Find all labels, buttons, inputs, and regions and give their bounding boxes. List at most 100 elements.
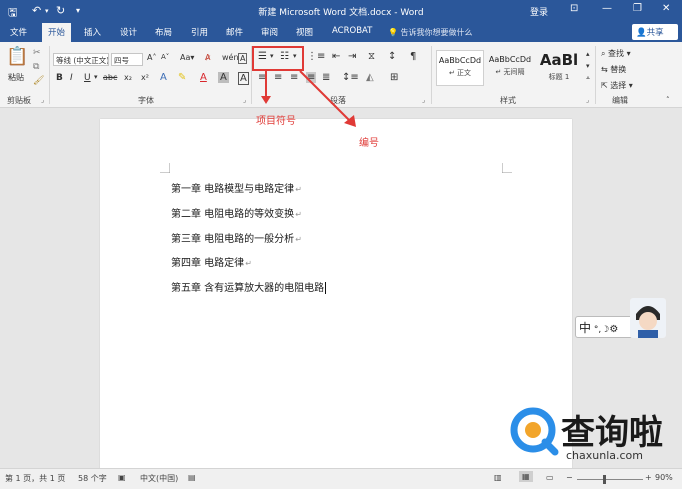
close-icon[interactable]: ✕ bbox=[662, 3, 670, 14]
multilevel-list-icon[interactable]: ⋮≡ bbox=[307, 51, 325, 62]
align-center-icon[interactable]: ≡ bbox=[274, 72, 282, 83]
style-normal[interactable]: AaBbCcDd ↵ 正文 bbox=[436, 50, 484, 86]
tab-review[interactable]: 审阅 bbox=[261, 26, 278, 38]
font-launcher-icon[interactable]: ⌟ bbox=[243, 96, 246, 104]
decrease-indent-icon[interactable]: ⇤ bbox=[332, 51, 340, 62]
tab-insert[interactable]: 插入 bbox=[84, 26, 101, 38]
grow-font-icon[interactable]: A˄ bbox=[147, 53, 156, 62]
tab-mailings[interactable]: 邮件 bbox=[226, 26, 243, 38]
macro-icon[interactable]: ▤ bbox=[188, 473, 196, 482]
zoom-out-icon[interactable]: − bbox=[566, 473, 573, 482]
font-group-label: 字体 bbox=[138, 96, 154, 105]
shrink-font-icon[interactable]: A˅ bbox=[161, 53, 169, 61]
align-right-icon[interactable]: ≡ bbox=[290, 72, 298, 83]
replace-button[interactable]: ⇆ 替换 bbox=[601, 64, 626, 75]
styles-launcher-icon[interactable]: ⌟ bbox=[586, 96, 589, 104]
style-no-spacing[interactable]: AaBbCcDd ↵ 无间隔 bbox=[486, 50, 534, 86]
print-layout-icon[interactable]: ▦ bbox=[519, 471, 533, 482]
tab-view[interactable]: 视图 bbox=[296, 26, 313, 38]
collapse-ribbon-icon[interactable]: ˄ bbox=[666, 96, 670, 104]
highlight-color-icon[interactable]: ✎ bbox=[178, 72, 186, 83]
proofing-icon[interactable]: ▣ bbox=[118, 473, 126, 482]
web-layout-icon[interactable]: ▭ bbox=[546, 473, 554, 482]
tell-me-box[interactable]: 💡 告诉我你想要做什么 bbox=[388, 27, 473, 38]
justify-icon[interactable]: ≡ bbox=[306, 72, 317, 83]
subscript-icon[interactable]: x₂ bbox=[124, 73, 132, 82]
tab-layout[interactable]: 布局 bbox=[155, 26, 172, 38]
numbering-annotation: 编号 bbox=[359, 138, 379, 149]
language-status[interactable]: 中文(中国) bbox=[140, 473, 178, 484]
shading-icon[interactable]: ◭ bbox=[366, 72, 374, 83]
character-shading-icon[interactable]: A bbox=[218, 72, 229, 83]
styles-scroll-down-icon[interactable]: ▾ bbox=[586, 62, 590, 70]
replace-label: 替换 bbox=[610, 65, 627, 74]
tab-acrobat[interactable]: ACROBAT bbox=[332, 26, 372, 36]
show-marks-icon[interactable]: ¶ bbox=[410, 51, 416, 62]
login-link[interactable]: 登录 bbox=[530, 5, 548, 18]
doc-line[interactable]: 第二章 电阻电路的等效变换↵ bbox=[171, 205, 302, 220]
strikethrough-icon[interactable]: abc bbox=[103, 73, 117, 82]
zoom-in-icon[interactable]: + bbox=[645, 473, 652, 482]
italic-icon[interactable]: I bbox=[70, 73, 73, 83]
tab-home[interactable]: 开始 bbox=[42, 23, 72, 42]
paragraph-mark-icon: ↵ bbox=[295, 235, 302, 244]
line-spacing-icon[interactable]: ↕≡ bbox=[342, 72, 359, 83]
underline-dropdown-icon[interactable]: ▾ bbox=[94, 73, 98, 81]
styles-scroll-up-icon[interactable]: ▴ bbox=[586, 50, 590, 58]
settings-gear-icon[interactable]: ⚙ bbox=[609, 324, 618, 335]
phonetic-guide-icon[interactable]: wén bbox=[222, 53, 239, 62]
share-button[interactable]: 👤共享 bbox=[632, 24, 678, 40]
format-painter-icon[interactable]: 🖌 bbox=[33, 76, 44, 86]
borders-icon[interactable]: ⊞ bbox=[390, 72, 398, 83]
read-mode-icon[interactable]: ▥ bbox=[494, 473, 502, 482]
doc-line[interactable]: 第一章 电路模型与电路定律↵ bbox=[171, 180, 302, 195]
font-color-icon[interactable]: A bbox=[200, 72, 207, 83]
sort-icon[interactable]: ↕ bbox=[388, 51, 396, 62]
increase-indent-icon[interactable]: ⇥ bbox=[348, 51, 356, 62]
ime-toolbar[interactable]: 中 °,☽⚙ bbox=[575, 316, 633, 338]
select-button[interactable]: ⇱ 选择 ▾ bbox=[601, 80, 633, 91]
zoom-slider-thumb[interactable] bbox=[603, 475, 606, 484]
style-heading-1[interactable]: AaBl 标题 1 bbox=[535, 50, 583, 86]
find-button[interactable]: ⌕ 查找 ▾ bbox=[601, 48, 631, 59]
margin-mark-top-left bbox=[160, 163, 170, 173]
copy-icon[interactable]: ⧉ bbox=[33, 62, 39, 72]
text-effects-icon[interactable]: A bbox=[160, 72, 167, 83]
paragraph-launcher-icon[interactable]: ⌟ bbox=[422, 96, 425, 104]
doc-line[interactable]: 第三章 电阻电路的一般分析↵ bbox=[171, 230, 302, 245]
clipboard-launcher-icon[interactable]: ⌟ bbox=[41, 96, 44, 104]
font-name-select[interactable]: 等线 (中文正文) bbox=[53, 53, 109, 66]
page-count[interactable]: 第 1 页，共 1 页 bbox=[5, 473, 65, 484]
tab-design[interactable]: 设计 bbox=[120, 26, 137, 38]
enclose-border-icon[interactable]: A bbox=[238, 72, 249, 85]
paste-label[interactable]: 粘贴 bbox=[8, 72, 24, 83]
zoom-level[interactable]: 90% bbox=[655, 473, 673, 482]
paste-icon[interactable]: 📋 bbox=[6, 46, 28, 67]
word-count[interactable]: 58 个字 bbox=[78, 473, 107, 484]
tab-file[interactable]: 文件 bbox=[10, 26, 27, 38]
doc-line[interactable]: 第四章 电路定律↵ bbox=[171, 254, 252, 269]
superscript-icon[interactable]: x² bbox=[141, 73, 149, 82]
change-case-icon[interactable]: Aa▾ bbox=[180, 53, 194, 62]
bold-icon[interactable]: B bbox=[56, 73, 63, 83]
ribbon-display-options-icon[interactable]: ⊡ bbox=[570, 3, 578, 14]
distributed-icon[interactable]: ≣ bbox=[322, 72, 330, 83]
doc-line[interactable]: 第五章 含有运算放大器的电阻电路 bbox=[171, 279, 327, 294]
ime-mode-label[interactable]: 中 bbox=[579, 321, 591, 335]
maximize-icon[interactable]: ❐ bbox=[633, 3, 642, 14]
chinese-layout-icon[interactable]: ⧖ bbox=[368, 51, 375, 62]
align-left-icon[interactable]: ≡ bbox=[258, 72, 266, 83]
styles-group-label: 样式 bbox=[500, 96, 516, 105]
underline-icon[interactable]: U bbox=[84, 73, 91, 83]
punctuation-icon[interactable]: °, bbox=[591, 325, 601, 335]
styles-more-icon[interactable]: ⩡ bbox=[586, 74, 590, 83]
zoom-slider[interactable] bbox=[577, 479, 643, 480]
tab-references[interactable]: 引用 bbox=[191, 26, 208, 38]
group-divider bbox=[431, 46, 432, 104]
paragraph-mark-icon: ↵ bbox=[245, 259, 252, 268]
font-size-select[interactable]: 四号 bbox=[111, 53, 143, 66]
minimize-icon[interactable]: — bbox=[602, 3, 612, 14]
enclose-characters-icon[interactable]: A bbox=[238, 53, 248, 64]
cut-icon[interactable]: ✂ bbox=[33, 48, 41, 58]
clear-formatting-icon[interactable]: A̷ bbox=[205, 53, 210, 62]
